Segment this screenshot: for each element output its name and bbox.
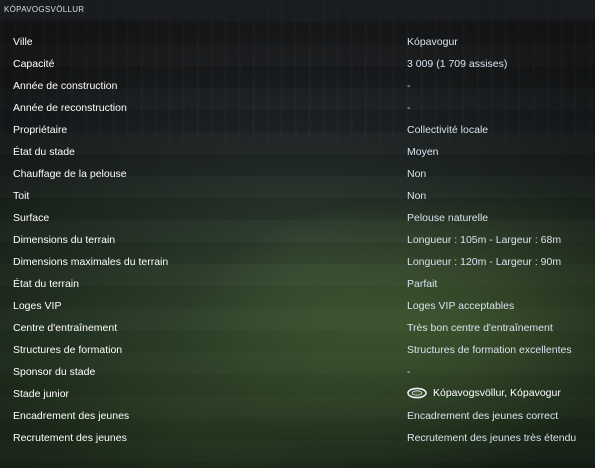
info-label: Dimensions du terrain bbox=[13, 234, 116, 246]
info-row-vip-boxes: Loges VIP Loges VIP acceptables bbox=[0, 296, 595, 318]
info-label: Capacité bbox=[13, 58, 55, 70]
info-value: Loges VIP acceptables bbox=[407, 300, 515, 312]
info-value: - bbox=[407, 102, 411, 114]
info-row-training-centre: Centre d'entraînement Très bon centre d'… bbox=[0, 318, 595, 340]
panel-header: KÓPAVOGSVÖLLUR bbox=[0, 0, 595, 20]
info-label: Sponsor du stade bbox=[13, 366, 96, 378]
info-value: Structures de formation excellentes bbox=[407, 344, 572, 356]
info-label: Surface bbox=[13, 212, 50, 224]
info-row-undersoil-heating: Chauffage de la pelouse Non bbox=[0, 164, 595, 186]
info-label: Ville bbox=[13, 36, 33, 48]
info-row-city: Ville Kópavogur bbox=[0, 32, 595, 54]
stadium-info-table: Ville Kópavogur Capacité 3 009 (1 709 as… bbox=[0, 32, 595, 450]
info-label: Centre d'entraînement bbox=[13, 322, 118, 334]
info-value: Encadrement des jeunes correct bbox=[407, 410, 559, 422]
info-value: 3 009 (1 709 assises) bbox=[407, 58, 508, 70]
info-value: Collectivité locale bbox=[407, 124, 489, 136]
info-value: - bbox=[407, 80, 411, 92]
info-value: Non bbox=[407, 190, 427, 202]
info-label: Année de reconstruction bbox=[13, 102, 127, 114]
info-row-max-pitch-dimensions: Dimensions maximales du terrain Longueur… bbox=[0, 252, 595, 274]
info-value: Kópavogur bbox=[407, 36, 458, 48]
info-label: Propriétaire bbox=[13, 124, 68, 136]
info-row-construction-year: Année de construction - bbox=[0, 76, 595, 98]
info-value: Longueur : 120m - Largeur : 90m bbox=[407, 256, 562, 268]
info-label: État du stade bbox=[13, 146, 75, 158]
stadium-name-title: KÓPAVOGSVÖLLUR bbox=[4, 5, 85, 14]
info-value: Moyen bbox=[407, 146, 439, 158]
info-label: Loges VIP bbox=[13, 300, 62, 312]
info-row-pitch-dimensions: Dimensions du terrain Longueur : 105m - … bbox=[0, 230, 595, 252]
info-row-stadium-condition: État du stade Moyen bbox=[0, 142, 595, 164]
info-value: Très bon centre d'entraînement bbox=[407, 322, 553, 334]
info-row-youth-recruitment: Recrutement des jeunes Recrutement des j… bbox=[0, 428, 595, 450]
info-label: Année de construction bbox=[13, 80, 118, 92]
info-value: - bbox=[407, 366, 411, 378]
info-row-capacity: Capacité 3 009 (1 709 assises) bbox=[0, 54, 595, 76]
info-row-owner: Propriétaire Collectivité locale bbox=[0, 120, 595, 142]
info-label: Dimensions maximales du terrain bbox=[13, 256, 169, 268]
info-row-youth-coaching: Encadrement des jeunes Encadrement des j… bbox=[0, 406, 595, 428]
info-value: Pelouse naturelle bbox=[407, 212, 489, 224]
info-label: Encadrement des jeunes bbox=[13, 410, 130, 422]
info-label: Structures de formation bbox=[13, 344, 123, 356]
info-row-surface: Surface Pelouse naturelle bbox=[0, 208, 595, 230]
info-value: Recrutement des jeunes très étendu bbox=[407, 432, 577, 444]
info-row-youth-stadium: Stade junior Kópavogsvöllur, Kópavogur bbox=[0, 384, 595, 406]
info-row-youth-facilities: Structures de formation Structures de fo… bbox=[0, 340, 595, 362]
stadium-icon bbox=[407, 387, 427, 399]
info-row-roof: Toit Non bbox=[0, 186, 595, 208]
info-label: Chauffage de la pelouse bbox=[13, 168, 127, 180]
info-value: Parfait bbox=[407, 278, 438, 290]
info-value: Longueur : 105m - Largeur : 68m bbox=[407, 234, 562, 246]
info-row-reconstruction-year: Année de reconstruction - bbox=[0, 98, 595, 120]
info-label: Recrutement des jeunes bbox=[13, 432, 127, 444]
info-label: État du terrain bbox=[13, 278, 79, 290]
youth-stadium-link[interactable]: Kópavogsvöllur, Kópavogur bbox=[407, 387, 561, 399]
info-label: Stade junior bbox=[13, 388, 70, 400]
youth-stadium-name[interactable]: Kópavogsvöllur, Kópavogur bbox=[433, 387, 561, 399]
info-label: Toit bbox=[13, 190, 30, 202]
info-row-pitch-condition: État du terrain Parfait bbox=[0, 274, 595, 296]
info-value: Non bbox=[407, 168, 427, 180]
info-row-stadium-sponsor: Sponsor du stade - bbox=[0, 362, 595, 384]
